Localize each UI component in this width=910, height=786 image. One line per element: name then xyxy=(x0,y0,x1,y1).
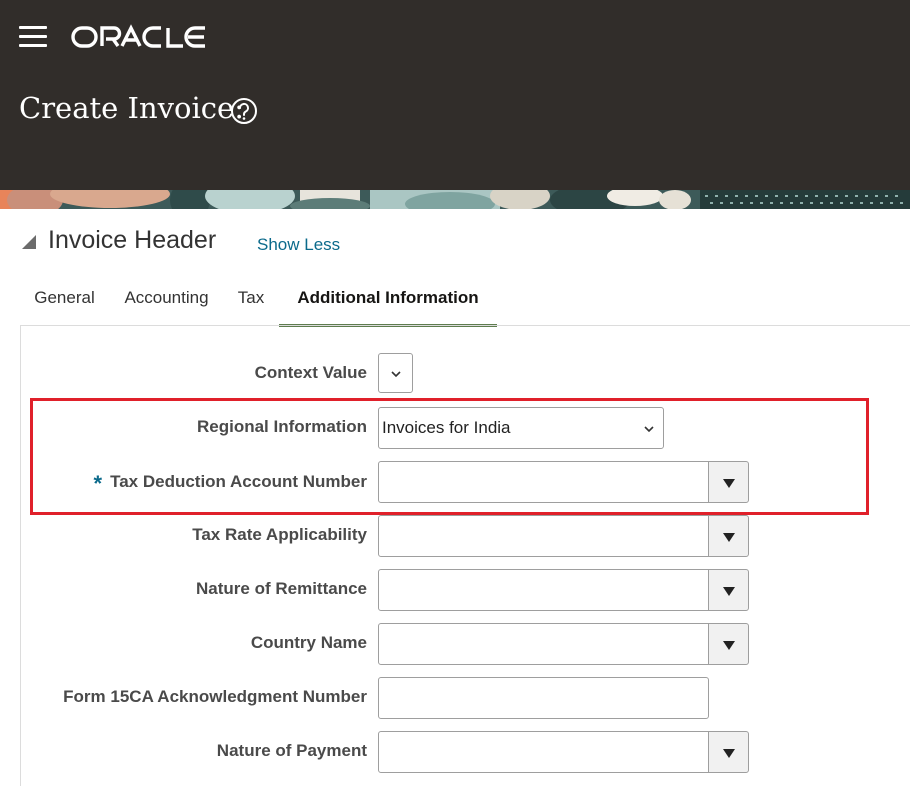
show-less-link[interactable]: Show Less xyxy=(257,235,340,255)
tax-rate-applicability-row: Tax Rate Applicability xyxy=(0,515,910,557)
context-value-select[interactable] xyxy=(378,353,413,393)
tab-general[interactable]: General xyxy=(20,280,109,324)
page-title: Create Invoice: xyxy=(19,91,244,125)
oracle-logo[interactable] xyxy=(71,22,221,52)
nature-of-payment-input[interactable] xyxy=(378,731,709,773)
form-15ca-label: Form 15CA Acknowledgment Number xyxy=(63,687,367,706)
nature-of-payment-label: Nature of Payment xyxy=(216,741,367,760)
nature-of-payment-row: Nature of Payment xyxy=(0,731,910,773)
form-15ca-input[interactable] xyxy=(378,677,709,719)
form-15ca-row: Form 15CA Acknowledgment Number xyxy=(0,677,910,719)
tax-rate-applicability-input[interactable] xyxy=(378,515,709,557)
triangle-down-icon xyxy=(723,749,735,758)
triangle-down-icon xyxy=(723,533,735,542)
highlight-annotation-box xyxy=(30,398,869,515)
tab-bar: General Accounting Tax Additional Inform… xyxy=(20,280,910,327)
tax-rate-applicability-label: Tax Rate Applicability xyxy=(192,525,367,544)
country-name-input[interactable] xyxy=(378,623,709,665)
tab-accounting[interactable]: Accounting xyxy=(115,280,218,324)
tax-rate-applicability-lov-button[interactable] xyxy=(708,515,749,557)
context-value-row: Context Value xyxy=(0,353,910,393)
nature-of-remittance-row: Nature of Remittance xyxy=(0,569,910,611)
country-name-lov-button[interactable] xyxy=(708,623,749,665)
collapse-triangle-icon[interactable] xyxy=(20,232,38,250)
nature-of-payment-lov-button[interactable] xyxy=(708,731,749,773)
context-value-label: Context Value xyxy=(254,363,367,382)
decorative-banner xyxy=(0,190,910,209)
hamburger-menu-icon[interactable] xyxy=(19,26,47,48)
global-header: Create Invoice: xyxy=(0,0,910,190)
country-name-label: Country Name xyxy=(250,633,367,652)
triangle-down-icon xyxy=(723,641,735,650)
nature-of-remittance-lov-button[interactable] xyxy=(708,569,749,611)
nature-of-remittance-label: Nature of Remittance xyxy=(196,579,367,598)
section-title: Invoice Header xyxy=(48,226,217,254)
triangle-down-icon xyxy=(723,587,735,596)
chevron-down-icon xyxy=(391,371,401,378)
tab-additional-information[interactable]: Additional Information xyxy=(279,280,497,327)
country-name-row: Country Name xyxy=(0,623,910,665)
help-icon[interactable] xyxy=(230,97,258,125)
nature-of-remittance-input[interactable] xyxy=(378,569,709,611)
tab-tax[interactable]: Tax xyxy=(232,280,270,324)
